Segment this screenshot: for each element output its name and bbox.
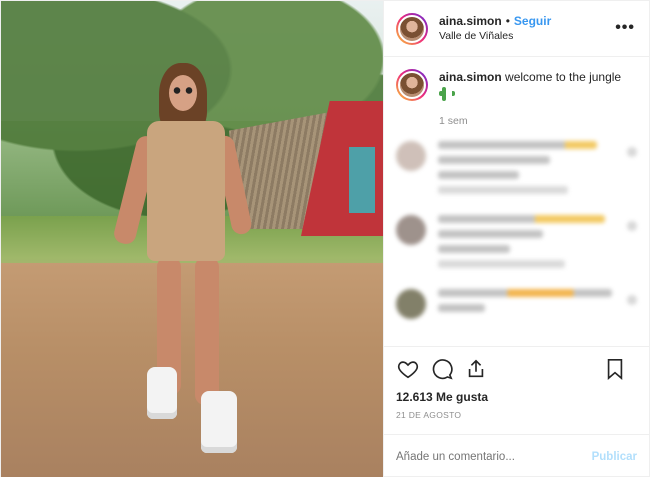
post-header: aina.simon • Seguir Valle de Viñales ••• bbox=[384, 1, 649, 57]
location-link[interactable]: Valle de Viñales bbox=[439, 29, 551, 44]
cactus-emoji-icon bbox=[439, 87, 455, 101]
caption-username[interactable]: aina.simon bbox=[439, 70, 502, 84]
person-sneaker-right bbox=[201, 391, 237, 453]
blurred-line bbox=[438, 260, 565, 268]
caption-text-block: aina.simon welcome to the jungle bbox=[439, 69, 621, 105]
caption: aina.simon welcome to the jungle bbox=[396, 69, 637, 105]
blurred-comment bbox=[396, 215, 637, 275]
comment-icon[interactable] bbox=[430, 357, 454, 381]
blurred-line bbox=[438, 230, 543, 238]
comment-like-icon bbox=[627, 221, 637, 231]
header-info: aina.simon • Seguir Valle de Viñales bbox=[439, 14, 551, 44]
instagram-post: aina.simon • Seguir Valle de Viñales •••… bbox=[0, 0, 650, 477]
blurred-comment-lines bbox=[438, 215, 619, 275]
post-date[interactable]: 21 DE AGOSTO bbox=[384, 410, 649, 434]
comment-like-icon bbox=[627, 295, 637, 305]
more-options-icon[interactable]: ••• bbox=[615, 19, 635, 37]
add-comment-bar: Publicar bbox=[384, 434, 649, 477]
caption-avatar[interactable] bbox=[396, 69, 428, 101]
comments-section[interactable]: aina.simon welcome to the jungle 1 sem bbox=[384, 57, 649, 346]
blurred-line bbox=[438, 141, 598, 149]
heart-icon[interactable] bbox=[396, 357, 420, 381]
blurred-line bbox=[438, 304, 486, 312]
follow-button[interactable]: Seguir bbox=[514, 14, 551, 29]
blurred-line bbox=[438, 215, 605, 223]
blurred-comment-lines bbox=[438, 289, 619, 319]
blurred-comment bbox=[396, 141, 637, 201]
bookmark-icon[interactable] bbox=[603, 357, 627, 381]
caption-avatar-image bbox=[398, 71, 426, 99]
blurred-comment-avatar bbox=[396, 215, 426, 245]
person-leg-right bbox=[195, 257, 219, 405]
caption-timestamp[interactable]: 1 sem bbox=[439, 115, 637, 127]
avatar-image bbox=[398, 14, 426, 43]
caption-text: welcome to the jungle bbox=[505, 70, 622, 84]
post-side-panel: aina.simon • Seguir Valle de Viñales •••… bbox=[383, 1, 649, 477]
blurred-line bbox=[438, 289, 612, 297]
person-sneaker-left bbox=[147, 367, 177, 419]
blurred-comment-lines bbox=[438, 141, 619, 201]
comment-like-icon bbox=[627, 147, 637, 157]
person-romper bbox=[147, 121, 225, 261]
sunglasses bbox=[171, 87, 195, 94]
photo-person bbox=[112, 63, 254, 463]
blurred-line bbox=[438, 245, 511, 253]
blurred-comment-avatar bbox=[396, 289, 426, 319]
separator-dot: • bbox=[505, 13, 510, 28]
header-row: aina.simon • Seguir bbox=[439, 14, 551, 29]
comment-input[interactable] bbox=[396, 450, 592, 463]
share-icon[interactable] bbox=[464, 357, 488, 381]
publish-button[interactable]: Publicar bbox=[592, 451, 637, 463]
blurred-line bbox=[438, 171, 520, 179]
blurred-comment-avatar bbox=[396, 141, 426, 171]
blurred-line bbox=[438, 186, 569, 194]
photo-hut-door bbox=[349, 147, 375, 213]
likes-count[interactable]: 12.613 Me gusta bbox=[384, 390, 649, 408]
action-bar bbox=[384, 346, 649, 390]
blurred-line bbox=[438, 156, 551, 164]
blurred-comment bbox=[396, 289, 637, 319]
avatar[interactable] bbox=[396, 12, 428, 45]
post-photo[interactable] bbox=[1, 1, 383, 477]
username-link[interactable]: aina.simon bbox=[439, 14, 502, 29]
